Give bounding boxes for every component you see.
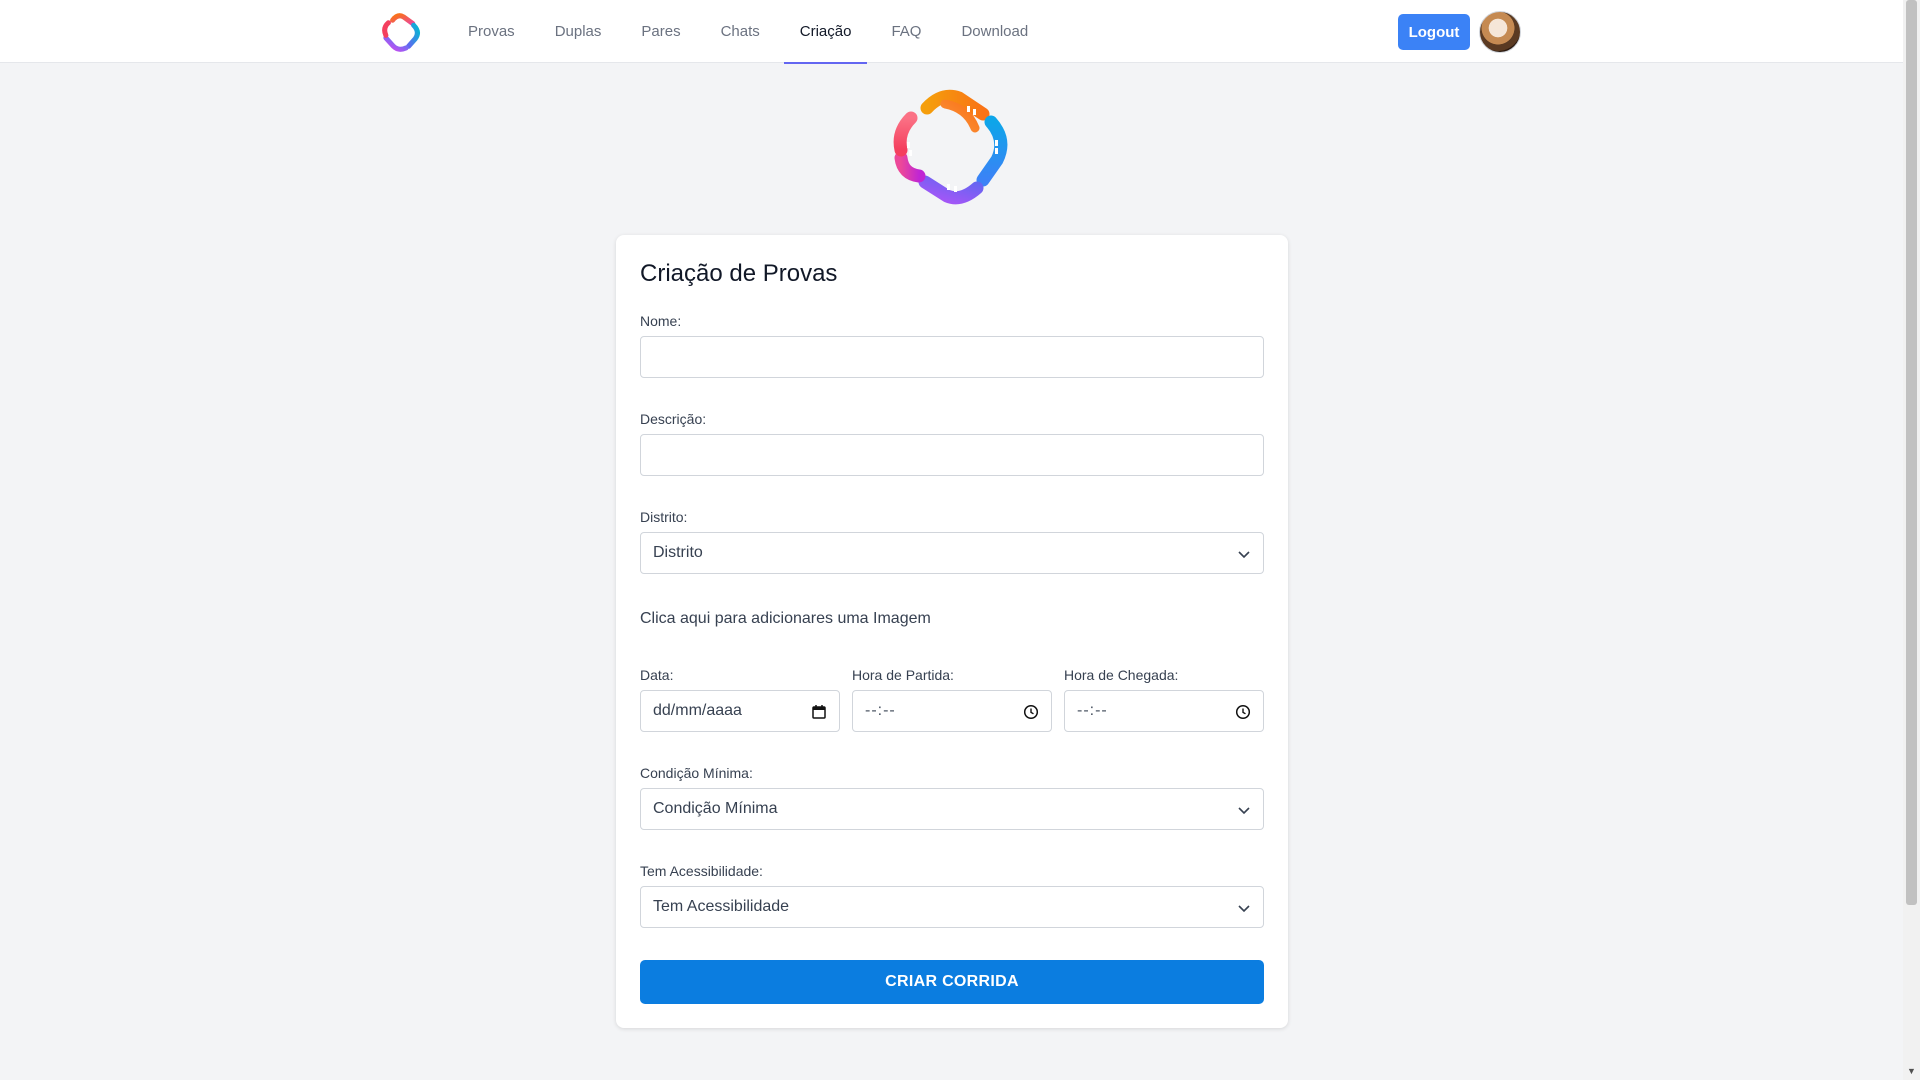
brand-logo-icon[interactable] (380, 11, 422, 53)
arrival-time-input[interactable]: --:-- (1064, 690, 1264, 732)
departure-time-placeholder: --:-- (865, 702, 896, 719)
condicao-label: Condição Mínima: (640, 765, 753, 781)
main-nav: Provas Duplas Pares Chats Criação FAQ Do… (448, 0, 1048, 64)
page-title: Criação de Provas (640, 260, 838, 287)
clock-icon[interactable] (1235, 704, 1251, 720)
arrival-time-placeholder: --:-- (1077, 702, 1108, 719)
scrollbar-thumb[interactable] (1906, 0, 1917, 905)
nav-provas[interactable]: Provas (448, 0, 535, 63)
clock-icon[interactable] (1023, 704, 1039, 720)
nav-chats[interactable]: Chats (701, 0, 780, 63)
date-placeholder: dd/mm/aaaa (653, 702, 742, 719)
descricao-label: Descrição: (640, 411, 707, 427)
distrito-select-value: Distrito (653, 544, 703, 561)
create-race-card: Criação de Provas Nome: Descrição: Distr… (616, 235, 1288, 1028)
partida-label: Hora de Partida: (852, 667, 954, 683)
hero-logo-icon (893, 89, 1008, 205)
distrito-label: Distrito: (640, 509, 688, 525)
chevron-down-icon (1238, 807, 1250, 815)
chevron-down-icon (1238, 551, 1250, 559)
nav-criacao[interactable]: Criação (780, 0, 872, 64)
acessibilidade-label: Tem Acessibilidade: (640, 863, 763, 879)
nome-label: Nome: (640, 313, 682, 329)
distrito-select[interactable]: Distrito (640, 532, 1264, 574)
nav-duplas[interactable]: Duplas (535, 0, 622, 63)
nav-faq[interactable]: FAQ (871, 0, 941, 63)
user-avatar[interactable] (1479, 11, 1521, 53)
page-scrollbar[interactable]: ▼ (1903, 0, 1920, 1080)
condicao-select[interactable]: Condição Mínima (640, 788, 1264, 830)
calendar-icon[interactable] (811, 704, 827, 720)
condicao-select-value: Condição Mínima (653, 800, 778, 817)
acessibilidade-select[interactable]: Tem Acessibilidade (640, 886, 1264, 928)
logout-button[interactable]: Logout (1398, 14, 1470, 50)
chegada-label: Hora de Chegada: (1064, 667, 1179, 683)
scroll-down-arrow-icon[interactable]: ▼ (1903, 1063, 1920, 1080)
date-input[interactable]: dd/mm/aaaa (640, 690, 840, 732)
add-image-link[interactable]: Clica aqui para adicionares uma Imagem (640, 610, 931, 628)
data-label: Data: (640, 667, 674, 683)
departure-time-input[interactable]: --:-- (852, 690, 1052, 732)
descricao-input[interactable] (640, 434, 1264, 476)
top-navbar: Provas Duplas Pares Chats Criação FAQ Do… (0, 0, 1903, 64)
nome-input[interactable] (640, 336, 1264, 378)
nav-download[interactable]: Download (941, 0, 1048, 63)
chevron-down-icon (1238, 905, 1250, 913)
acessibilidade-select-value: Tem Acessibilidade (653, 898, 790, 915)
create-race-button[interactable]: CRIAR CORRIDA (640, 960, 1264, 1004)
nav-pares[interactable]: Pares (621, 0, 700, 63)
